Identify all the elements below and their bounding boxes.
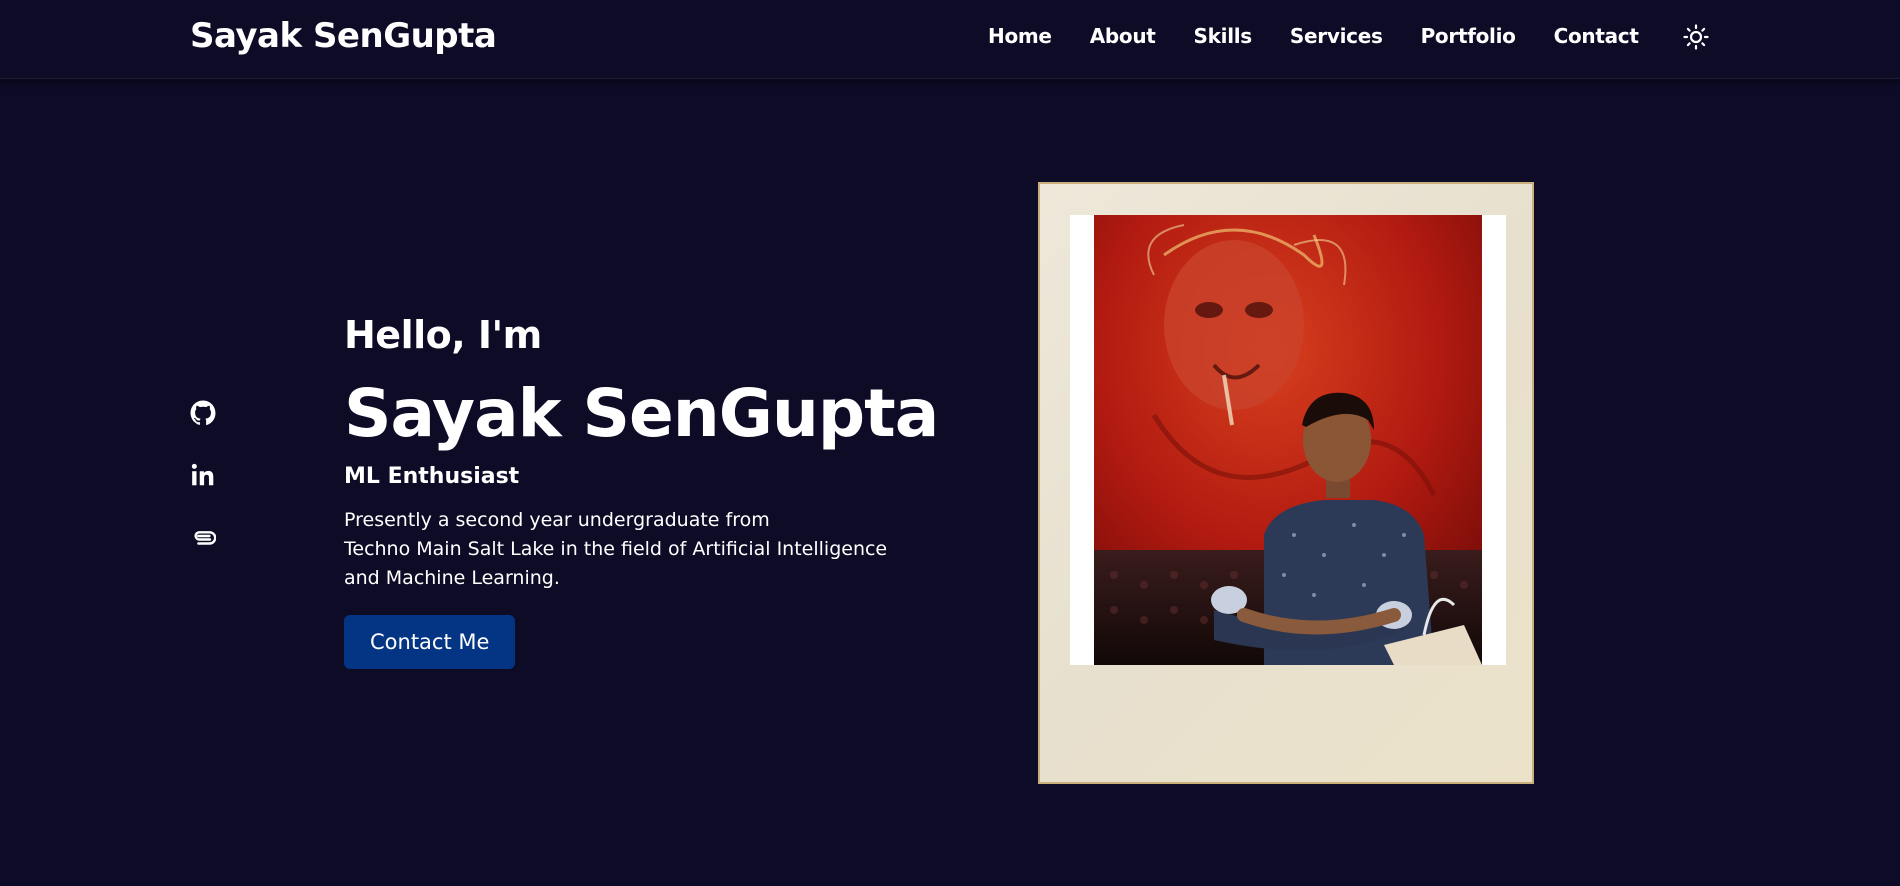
site-logo[interactable]: Sayak SenGupta [190,16,497,56]
profile-photo [1094,215,1482,665]
profile-photo-frame [1038,182,1534,784]
hero-section: Hello, I'm Sayak SenGupta ML Enthusiast … [344,310,944,669]
social-links [190,400,220,586]
nav-services[interactable]: Services [1290,24,1383,48]
sun-icon[interactable] [1683,24,1709,50]
nav-skills[interactable]: Skills [1194,24,1253,48]
description-line: Presently a second year undergraduate fr… [344,509,770,531]
description-line: and Machine Learning. [344,567,560,589]
linkedin-icon[interactable] [190,462,218,490]
main-nav: Home About Skills Services Portfolio Con… [988,24,1677,48]
paperclip-icon[interactable] [190,524,218,552]
hero-subtitle: ML Enthusiast [344,464,520,489]
github-icon[interactable] [190,400,218,428]
hero-description: Presently a second year undergraduate fr… [344,506,904,593]
nav-home[interactable]: Home [988,24,1052,48]
contact-me-button[interactable]: Contact Me [344,615,516,669]
hero-name: Sayak SenGupta [344,375,939,452]
hero-greeting: Hello, I'm [344,313,542,357]
nav-portfolio[interactable]: Portfolio [1421,24,1516,48]
nav-contact[interactable]: Contact [1554,24,1639,48]
page: Sayak SenGupta Home About Skills Service… [0,0,1900,886]
description-line: Techno Main Salt Lake in the field of Ar… [344,538,888,560]
profile-photo-mat [1070,215,1506,665]
site-header: Sayak SenGupta Home About Skills Service… [0,0,1900,79]
nav-about[interactable]: About [1090,24,1156,48]
